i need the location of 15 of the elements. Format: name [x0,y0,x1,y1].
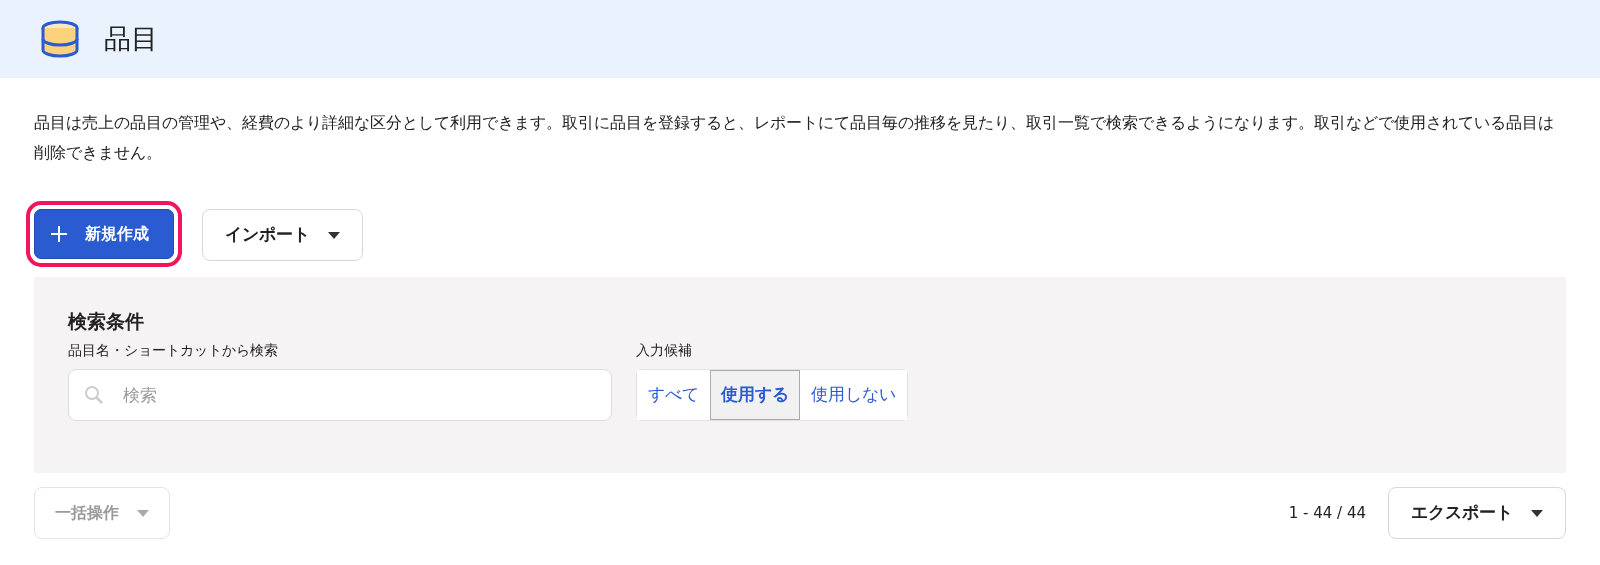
caret-icon [1531,509,1543,517]
record-count: 1 - 44 / 44 [1288,502,1366,524]
description-text: 品目は売上の品目の管理や、経費のより詳細な区分として利用できます。取引に品目を登録すると、レポートにて品目毎の推移を見たり、取引一覧で検索できるようになります。取引などで使用されている品目は削除できません。 [33,112,1555,164]
search-field[interactable]: 検索 [68,368,612,421]
field-label: 品目名・ショートカットから検索 [68,340,279,360]
caret-icon [328,231,340,239]
plus-icon [51,226,67,243]
database-icon [40,19,80,59]
page-title: 品目 [104,21,158,56]
export-button[interactable]: エクスポート [1388,487,1566,540]
panel-title: 検索条件 [68,309,145,335]
filter-option[interactable]: 使用する [710,369,800,420]
filter-label: 入力候補 [636,340,693,360]
import-button[interactable]: インポート [202,209,363,262]
caret-icon [137,509,149,517]
